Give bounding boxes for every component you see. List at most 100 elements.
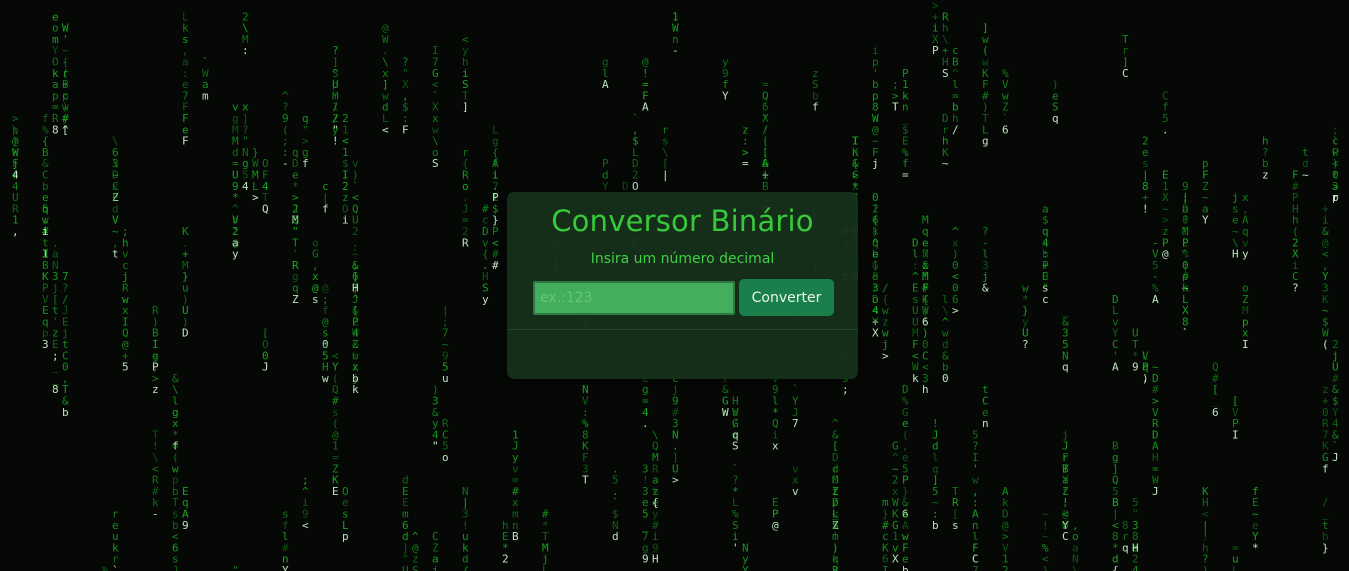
- matrix-glyph: >: [882, 349, 889, 362]
- matrix-glyph: \: [1072, 564, 1079, 571]
- matrix-glyph: 8: [52, 383, 59, 396]
- matrix-glyph: }: [1042, 564, 1049, 571]
- matrix-glyph: 4: [242, 180, 249, 193]
- matrix-glyph: =: [902, 169, 909, 182]
- matrix-glyph: q: [732, 428, 739, 441]
- matrix-glyph: ;: [52, 349, 59, 362]
- matrix-glyph: y: [232, 248, 239, 261]
- matrix-glyph: U: [402, 564, 409, 571]
- matrix-glyph: E: [332, 485, 339, 498]
- matrix-glyph: }: [1322, 541, 1329, 554]
- matrix-glyph: b: [902, 564, 909, 571]
- matrix-glyph: A: [1112, 361, 1119, 374]
- matrix-glyph: k: [912, 372, 919, 385]
- matrix-glyph: ]: [462, 101, 469, 114]
- matrix-glyph: a: [232, 236, 239, 249]
- matrix-glyph: B: [832, 564, 839, 571]
- matrix-glyph: L: [542, 564, 549, 571]
- matrix-glyph: }: [492, 214, 499, 227]
- matrix-glyph: v: [792, 485, 799, 498]
- matrix-glyph: b: [62, 406, 69, 419]
- matrix-glyph: J: [262, 361, 269, 374]
- matrix-glyph: >: [252, 191, 259, 204]
- matrix-glyph: i: [42, 225, 49, 238]
- matrix-glyph: 4: [1132, 564, 1139, 571]
- matrix-glyph: d: [612, 530, 619, 543]
- matrix-glyph: Q: [262, 202, 269, 215]
- matrix-glyph: |: [662, 169, 669, 182]
- matrix-glyph: q: [1122, 541, 1129, 554]
- matrix-glyph: y: [1242, 248, 1249, 261]
- matrix-glyph: q: [1062, 361, 1069, 374]
- matrix-glyph: D: [182, 327, 189, 340]
- matrix-glyph: ?: [1292, 282, 1299, 295]
- matrix-glyph: X: [872, 327, 879, 340]
- matrix-glyph: .: [1162, 123, 1169, 136]
- matrix-glyph: (: [1322, 338, 1329, 351]
- matrix-glyph: !: [1142, 202, 1149, 215]
- matrix-glyph: .: [642, 417, 649, 430]
- matrix-glyph: 6: [1212, 406, 1219, 419]
- matrix-glyph: %: [102, 564, 109, 571]
- matrix-glyph: /: [462, 564, 469, 571]
- matrix-glyph: H: [1132, 541, 1139, 554]
- matrix-glyph: f: [812, 101, 819, 114]
- page-title: Conversor Binário: [551, 204, 814, 238]
- matrix-glyph: 3: [42, 338, 49, 351]
- matrix-glyph: z: [152, 383, 159, 396]
- matrix-glyph: Y: [282, 564, 289, 571]
- matrix-glyph: T: [582, 474, 589, 487]
- matrix-glyph: 0: [942, 372, 949, 385]
- matrix-glyph: I: [882, 564, 889, 571]
- matrix-glyph: 5: [122, 361, 129, 374]
- matrix-glyph: P: [492, 191, 499, 204]
- matrix-glyph: *: [1252, 541, 1259, 554]
- matrix-glyph: x: [772, 440, 779, 453]
- matrix-glyph: [: [62, 123, 69, 136]
- matrix-glyph: ": [232, 564, 239, 571]
- matrix-glyph: 6: [922, 315, 929, 328]
- matrix-glyph: #: [492, 259, 499, 272]
- matrix-glyph: S: [432, 157, 439, 170]
- matrix-glyph: q: [1052, 112, 1059, 125]
- convert-button[interactable]: Converter: [739, 279, 834, 316]
- matrix-glyph: &: [982, 282, 989, 295]
- matrix-glyph: =: [742, 157, 749, 170]
- matrix-glyph: z: [1262, 169, 1269, 182]
- matrix-glyph: ): [1142, 372, 1149, 385]
- matrix-glyph: f: [322, 202, 329, 215]
- matrix-glyph: <: [382, 123, 389, 136]
- matrix-glyph: ): [1202, 564, 1209, 571]
- matrix-glyph: Y: [742, 564, 749, 571]
- matrix-glyph: J: [1332, 451, 1339, 464]
- matrix-glyph: ?: [1022, 338, 1029, 351]
- matrix-glyph: {: [1112, 564, 1119, 571]
- matrix-glyph: H: [652, 553, 659, 566]
- matrix-glyph: `: [1182, 327, 1189, 340]
- decimal-input[interactable]: [533, 281, 735, 315]
- matrix-glyph: B: [512, 530, 519, 543]
- matrix-glyph: :: [242, 44, 249, 57]
- matrix-glyph: @: [1162, 248, 1169, 261]
- matrix-glyph: C: [1062, 530, 1069, 543]
- matrix-glyph: S: [732, 440, 739, 453]
- matrix-glyph: 7: [972, 564, 979, 571]
- matrix-glyph: O: [632, 180, 639, 193]
- matrix-glyph: A: [602, 78, 609, 91]
- matrix-glyph: !: [332, 135, 339, 148]
- matrix-glyph: I: [1242, 338, 1249, 351]
- matrix-glyph: i: [432, 564, 439, 571]
- matrix-glyph: T: [892, 101, 899, 114]
- matrix-glyph: F: [402, 123, 409, 136]
- matrix-glyph: R: [462, 236, 469, 249]
- matrix-glyph: 8: [52, 123, 59, 136]
- matrix-glyph: f: [1322, 462, 1329, 475]
- matrix-glyph: {: [652, 496, 659, 509]
- matrix-glyph: b: [932, 519, 939, 532]
- matrix-glyph: ,: [12, 225, 19, 238]
- matrix-glyph: u: [442, 372, 449, 385]
- matrix-glyph: Z: [292, 293, 299, 306]
- matrix-glyph: W: [722, 406, 729, 419]
- matrix-glyph: A: [1152, 293, 1159, 306]
- matrix-glyph: ~: [942, 157, 949, 170]
